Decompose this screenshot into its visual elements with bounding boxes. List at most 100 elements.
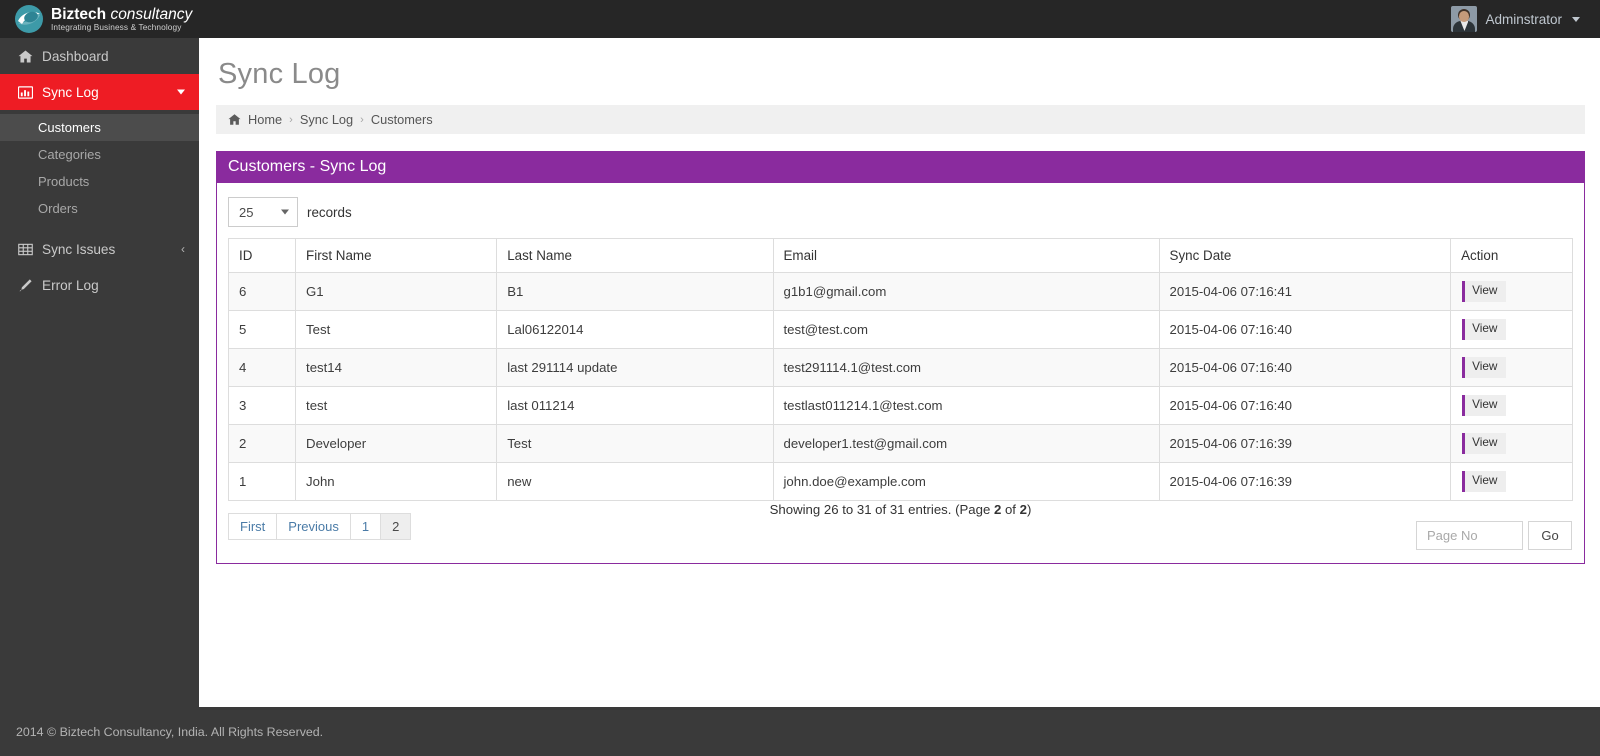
column-header-action: Action xyxy=(1450,238,1573,273)
sync-log-table: ID First Name Last Name Email Sync Date … xyxy=(227,238,1573,501)
cell-sync-date: 2015-04-06 07:16:39 xyxy=(1158,461,1452,501)
cell-action: View xyxy=(1450,461,1573,501)
cell-email: john.doe@example.com xyxy=(772,461,1160,501)
showing-entries-text: Showing 26 to 31 of 31 entries. (Page 2 … xyxy=(228,501,1573,517)
pagination-previous-button[interactable]: Previous xyxy=(276,512,350,540)
sidebar-nav: Dashboard Sync Log Customers Categories … xyxy=(0,38,199,707)
cell-first-name: G1 xyxy=(295,272,498,311)
table-body: 6 G1 B1 g1b1@gmail.com 2015-04-06 07:16:41 Vi… xyxy=(227,272,1573,501)
top-bar: Biztech consultancy Integrating Business… xyxy=(0,0,1600,38)
cell-id: 6 xyxy=(227,272,297,311)
panel-title: Customers - Sync Log xyxy=(217,151,1584,183)
sidebar-item-customers[interactable]: Customers xyxy=(0,114,199,141)
pagination-controls: First Previous 1 2 xyxy=(228,512,412,540)
cell-action: View xyxy=(1450,272,1573,311)
table-row: 5 Test Lal06122014 test@test.com 2015-04-06 … xyxy=(227,309,1573,349)
page-length-select[interactable]: 25 xyxy=(228,197,298,227)
pagination-page-2-button[interactable]: 2 xyxy=(380,512,412,540)
pagination-row: First Previous 1 2 Showing 26 to 31 of 3… xyxy=(228,501,1573,563)
brand-logo-area[interactable]: Biztech consultancy Integrating Business… xyxy=(0,0,199,38)
column-header-email[interactable]: Email xyxy=(772,238,1160,273)
page-title: Sync Log xyxy=(218,58,341,90)
view-button[interactable]: View xyxy=(1462,394,1507,416)
brand-name: Biztech consultancy xyxy=(51,5,193,23)
home-icon xyxy=(228,113,241,126)
admin-dashboard-page: Biztech consultancy Integrating Business… xyxy=(0,0,1600,756)
grid-table-icon xyxy=(18,242,38,257)
sidebar-subitem-label: Products xyxy=(38,174,90,189)
chevron-down-icon xyxy=(177,89,185,95)
cell-email: test@test.com xyxy=(772,309,1160,349)
column-header-first-name[interactable]: First Name xyxy=(295,238,498,273)
cell-last-name: Test xyxy=(496,423,774,463)
cell-first-name: Developer xyxy=(295,423,498,463)
cell-action: View xyxy=(1450,385,1573,425)
cell-last-name: last 291114 update xyxy=(496,347,774,387)
cell-sync-date: 2015-04-06 07:16:41 xyxy=(1158,272,1452,311)
main-content: Sync Log Home › Sync Log › Customers Cus… xyxy=(199,38,1600,707)
showing-current-page: 2 xyxy=(993,501,1002,517)
sidebar-item-categories[interactable]: Categories xyxy=(0,141,199,168)
cell-first-name: John xyxy=(295,461,498,501)
user-avatar xyxy=(1451,6,1478,32)
sidebar-subitem-label: Customers xyxy=(38,120,101,135)
cell-id: 2 xyxy=(227,423,297,463)
sidebar-subitem-label: Categories xyxy=(38,147,101,162)
customers-sync-log-panel: Customers - Sync Log 25 records ID First… xyxy=(216,151,1585,564)
sidebar-item-label: Error Log xyxy=(42,277,99,293)
table-length-control: 25 records xyxy=(228,197,1573,227)
cell-sync-date: 2015-04-06 07:16:39 xyxy=(1158,423,1452,463)
goto-page-control: Go xyxy=(1416,520,1572,550)
go-button[interactable]: Go xyxy=(1528,520,1572,550)
top-bar-right: Adminstrator xyxy=(1451,0,1586,38)
sidebar-item-orders[interactable]: Orders xyxy=(0,195,199,222)
user-menu[interactable]: Adminstrator xyxy=(1451,0,1586,38)
table-row: 4 test14 last 291114 update test291114.1@te… xyxy=(227,347,1573,387)
cell-id: 5 xyxy=(227,309,297,349)
cell-first-name: test14 xyxy=(295,347,498,387)
sidebar-item-products[interactable]: Products xyxy=(0,168,199,195)
footer-copyright: 2014 © Biztech Consultancy, India. All R… xyxy=(16,724,324,739)
sidebar-item-label: Dashboard xyxy=(42,48,109,64)
view-button[interactable]: View xyxy=(1462,432,1507,454)
table-row: 1 John new john.doe@example.com 2015-04-06 0… xyxy=(227,461,1573,501)
pencil-icon xyxy=(18,278,38,293)
column-header-last-name[interactable]: Last Name xyxy=(496,238,774,273)
cell-sync-date: 2015-04-06 07:16:40 xyxy=(1158,385,1452,425)
brand-tagline: Integrating Business & Technology xyxy=(51,21,182,32)
panel-body: 25 records ID First Name Last Name Email… xyxy=(217,183,1584,563)
view-button[interactable]: View xyxy=(1462,356,1507,378)
cell-id: 1 xyxy=(227,461,297,501)
column-header-sync-date[interactable]: Sync Date xyxy=(1158,238,1452,273)
table-header-row: ID First Name Last Name Email Sync Date … xyxy=(227,238,1573,273)
view-button[interactable]: View xyxy=(1462,470,1507,492)
view-button[interactable]: View xyxy=(1462,318,1507,340)
cell-action: View xyxy=(1450,309,1573,349)
showing-prefix: Showing 26 to 31 of 31 entries. (Page xyxy=(769,501,994,517)
showing-suffix: ) xyxy=(1026,501,1032,517)
cell-last-name: last 011214 xyxy=(496,385,774,425)
breadcrumb-item-sync-log[interactable]: Sync Log xyxy=(300,112,353,127)
chevron-left-icon: ‹ xyxy=(181,242,185,256)
cell-first-name: test xyxy=(295,385,498,425)
sidebar-item-sync-log[interactable]: Sync Log xyxy=(0,74,199,110)
page-number-input[interactable] xyxy=(1416,520,1523,550)
cell-sync-date: 2015-04-06 07:16:40 xyxy=(1158,309,1452,349)
page-length-value: 25 xyxy=(239,204,254,220)
cell-id: 3 xyxy=(227,385,297,425)
cell-last-name: Lal06122014 xyxy=(496,309,774,349)
showing-total-pages: 2 xyxy=(1019,501,1027,517)
footer: 2014 © Biztech Consultancy, India. All R… xyxy=(0,707,1600,756)
pagination-first-button[interactable]: First xyxy=(228,512,277,540)
chevron-right-icon: › xyxy=(360,113,364,126)
sidebar-item-error-log[interactable]: Error Log xyxy=(0,267,199,303)
breadcrumb-item-home[interactable]: Home xyxy=(248,112,282,127)
column-header-id[interactable]: ID xyxy=(227,238,297,273)
sidebar-item-dashboard[interactable]: Dashboard xyxy=(0,38,199,74)
pagination-page-1-button[interactable]: 1 xyxy=(349,512,381,540)
sidebar-subitem-label: Orders xyxy=(38,201,78,216)
view-button[interactable]: View xyxy=(1462,281,1507,302)
records-label: records xyxy=(307,204,352,220)
caret-down-icon xyxy=(281,209,289,215)
sidebar-item-sync-issues[interactable]: Sync Issues ‹ xyxy=(0,231,199,267)
